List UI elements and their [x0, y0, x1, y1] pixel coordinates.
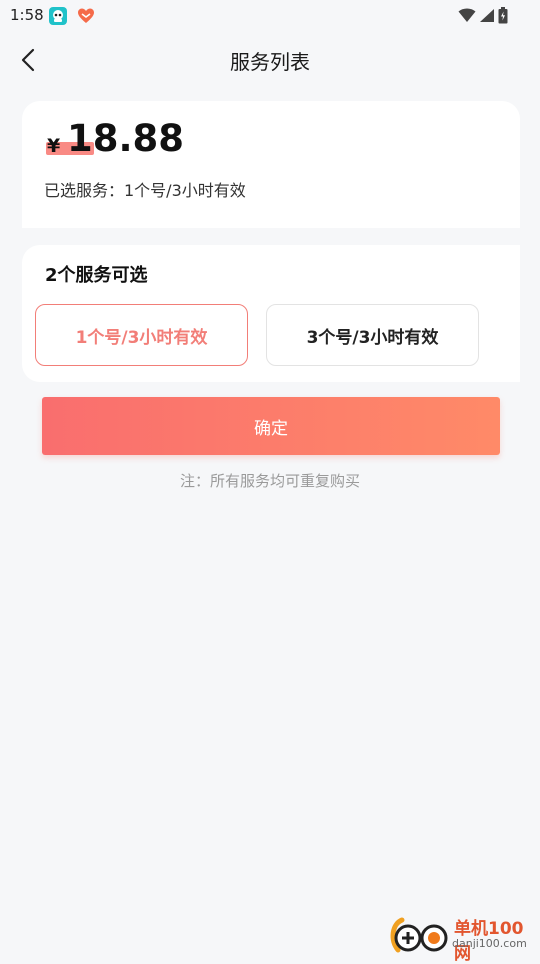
wifi-icon	[458, 8, 476, 27]
page-title: 服务列表	[230, 50, 310, 74]
price-card: ¥ 18.88 已选服务：1个号/3小时有效	[22, 101, 520, 228]
app-notification-icon-heart	[76, 6, 96, 26]
confirm-button[interactable]: 确定	[42, 397, 500, 455]
note-text: 注：所有服务均可重复购买	[179, 472, 360, 490]
price-amount: 18.88	[67, 117, 185, 160]
service-option-1[interactable]: 1个号/3小时有效	[35, 304, 248, 366]
selected-service-text: 已选服务：1个号/3小时有效	[44, 181, 246, 200]
watermark-url: danji100.com	[452, 937, 527, 950]
options-title: 2个服务可选	[45, 265, 148, 286]
service-option-2[interactable]: 3个号/3小时有效	[266, 304, 479, 366]
watermark-logo-icon	[390, 917, 448, 953]
nav-bar: 服务列表	[0, 34, 540, 86]
status-time: 1:58	[10, 6, 44, 24]
service-options-card: 2个服务可选 1个号/3小时有效 3个号/3小时有效	[22, 245, 520, 382]
status-bar: 1:58	[0, 0, 540, 34]
price-currency: ¥	[47, 135, 61, 157]
watermark: 单机100网 danji100.com	[388, 910, 540, 964]
signal-icon	[479, 8, 495, 27]
battery-icon	[498, 7, 508, 28]
app-notification-icon-game	[48, 6, 68, 26]
status-indicators	[458, 7, 508, 28]
